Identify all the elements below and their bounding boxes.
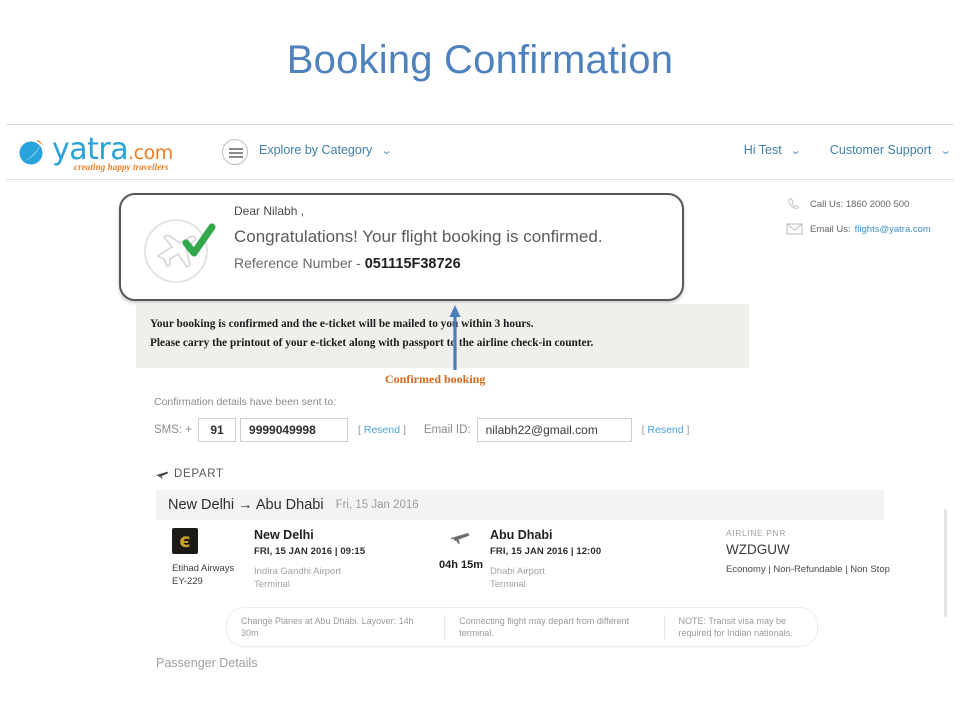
confirmation-text-block: Dear Nilabh , Congratulations! Your flig…: [234, 204, 603, 272]
hamburger-icon[interactable]: [222, 139, 248, 165]
layover-note: Change Planes at Abu Dhabi. Layover: 14h…: [241, 616, 414, 638]
destination-terminal: Terminal: [490, 579, 526, 590]
customer-support-dropdown[interactable]: Customer Support ⌄: [829, 143, 952, 157]
explore-by-category-dropdown[interactable]: Explore by Category ⌄: [259, 143, 393, 157]
fare-info: Economy | Non-Refundable | Non Stop: [726, 564, 890, 575]
confirmation-headline: Congratulations! Your flight booking is …: [234, 227, 603, 246]
logo-tagline: creating happy travellers: [74, 162, 169, 172]
bracket-open: [: [641, 424, 645, 436]
email-id-label: Email ID:: [423, 424, 471, 436]
info-line-2: Please carry the printout of your e-tick…: [150, 337, 594, 349]
eticket-info-strip: Your booking is confirmed and the e-tick…: [136, 304, 749, 368]
depart-label: DEPART: [174, 468, 224, 480]
origin-terminal: Terminal: [254, 579, 290, 590]
depart-section-heading: DEPART: [156, 468, 224, 480]
sms-resend-link[interactable]: [ Resend ]: [358, 424, 406, 436]
transit-visa-note: NOTE: Transit visa may be required for I…: [663, 615, 818, 639]
contact-info: Call Us: 1860 2000 500 Email Us: flights…: [786, 197, 931, 247]
passenger-details-heading: Passenger Details: [156, 656, 258, 670]
yatra-screenshot: yatra.com creating happy travellers Expl…: [6, 124, 954, 716]
destination-city: Abu Dhabi: [490, 528, 553, 542]
route-header-bar: New Delhi → Abu Dhabi Fri, 15 Jan 2016: [156, 490, 884, 520]
header-right-nav: Hi Test ⌄ Customer Support ⌄: [718, 143, 952, 157]
explore-by-category-label: Explore by Category: [259, 143, 373, 157]
booking-confirmation-card: Dear Nilabh , Congratulations! Your flig…: [119, 193, 684, 301]
reference-number-label: Reference Number -: [234, 255, 361, 271]
phone-icon: [788, 198, 799, 209]
email-input[interactable]: nilabh22@gmail.com: [476, 418, 632, 442]
page-title: Booking Confirmation: [286, 38, 674, 82]
layover-notes-box: Change Planes at Abu Dhabi. Layover: 14h…: [226, 607, 818, 647]
plane-icon: [156, 471, 169, 479]
chevron-down-icon: ⌄: [939, 145, 952, 157]
pnr-value: WZDGUW: [726, 542, 790, 557]
destination-airport: Dhabi Airport: [490, 566, 545, 577]
envelope-icon: [786, 223, 803, 235]
logo-dotcom: .com: [128, 142, 173, 164]
bracket-close: ]: [686, 424, 690, 436]
bracket-open: [: [358, 424, 361, 436]
etihad-airways-logo-icon: є: [172, 528, 198, 554]
reference-number-value: 051115F38726: [364, 256, 461, 272]
plane-in-circle-with-check-icon: [144, 219, 216, 283]
call-us-row: Call Us: 1860 2000 500: [786, 197, 931, 211]
page-scrollbar[interactable]: [944, 509, 947, 617]
site-header: yatra.com creating happy travellers Expl…: [6, 124, 954, 180]
annotation-arrow-icon: [449, 305, 461, 370]
pnr-column: AIRLINE PNR WZDGUW Economy | Non-Refunda…: [726, 528, 906, 576]
email-us-link[interactable]: flights@yatra.com: [855, 224, 931, 235]
confirmation-contacts-row: SMS: + 91 9999049998 [ Resend ] Email ID…: [154, 418, 699, 442]
country-code-input[interactable]: 91: [198, 418, 237, 442]
phone-number-input[interactable]: 9999049998: [240, 418, 349, 442]
plane-icon: [450, 533, 470, 544]
slide-canvas: Booking Confirmation yatra.com creating …: [0, 0, 960, 720]
email-resend-label: Resend: [647, 424, 684, 436]
yatra-logo[interactable]: yatra.com creating happy travellers: [18, 132, 198, 176]
route-text: New Delhi → Abu Dhabi: [168, 497, 324, 513]
yatra-logo-mark: [19, 140, 43, 165]
sms-label: SMS: +: [154, 424, 193, 436]
greeting-text: Dear Nilabh ,: [234, 204, 305, 218]
bracket-close: ]: [403, 424, 406, 436]
reference-number-line: Reference Number - 051115F38726: [234, 255, 603, 272]
destination-datetime: FRI, 15 JAN 2016 | 12:00: [490, 546, 602, 557]
sms-resend-label: Resend: [363, 424, 401, 436]
info-line-1: Your booking is confirmed and the e-tick…: [150, 318, 534, 330]
account-dropdown[interactable]: Hi Test ⌄: [744, 143, 804, 157]
annotation-label: Confirmed booking: [385, 372, 486, 386]
terminal-note: Connecting flight may depart from differ…: [444, 615, 663, 639]
customer-support-label: Customer Support: [829, 143, 932, 157]
destination-column: Abu Dhabi FRI, 15 JAN 2016 | 12:00 Dhabi…: [490, 528, 670, 591]
pnr-label: AIRLINE PNR: [726, 528, 786, 538]
email-resend-link[interactable]: [ Resend ]: [642, 424, 690, 436]
chevron-down-icon: ⌄: [789, 145, 802, 157]
email-us-label: Email Us:: [810, 223, 851, 235]
email-us-row: Email Us: flights@yatra.com: [786, 222, 931, 236]
sent-to-heading: Confirmation details have been sent to:: [154, 396, 337, 408]
account-label: Hi Test: [743, 143, 782, 157]
flight-details-row: є Etihad Airways EY-229 New Delhi FRI, 1…: [156, 528, 890, 596]
chevron-down-icon: ⌄: [380, 145, 393, 157]
route-date: Fri, 15 Jan 2016: [335, 499, 419, 511]
call-us-label: Call Us: 1860 2000 500: [810, 198, 910, 210]
